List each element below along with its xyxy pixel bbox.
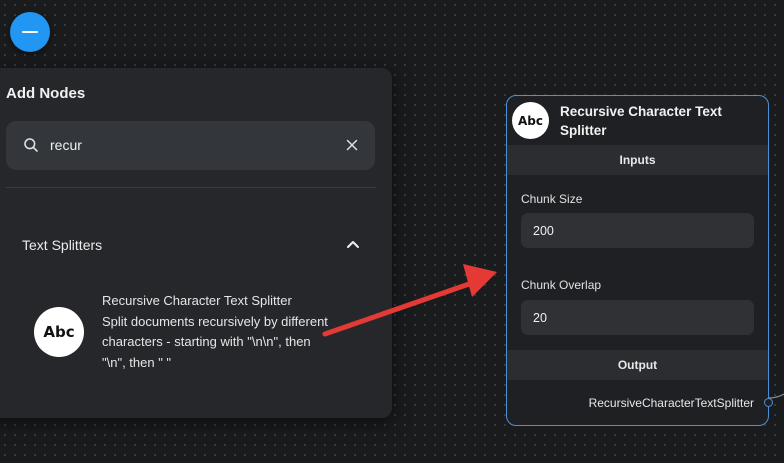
annotation-arrow-head [463, 264, 497, 297]
category-text-splitters[interactable]: Text Splitters [6, 228, 371, 260]
chunk-size-input[interactable] [521, 213, 754, 248]
close-icon[interactable] [345, 138, 359, 152]
recursive-text-splitter-node[interactable]: Abc Recursive Character Text Splitter In… [506, 95, 773, 426]
minus-icon [22, 31, 38, 33]
node-title: Recursive Character Text Splitter [560, 104, 722, 138]
node-list-item[interactable]: Abc Recursive Character Text Splitter Sp… [34, 286, 334, 372]
panel-title: Add Nodes [6, 85, 86, 102]
node-item-text: Recursive Character Text Splitter Split … [102, 291, 332, 373]
divider [6, 187, 376, 188]
abc-icon: Abc [512, 102, 549, 139]
inputs-header: Inputs [507, 145, 768, 175]
search-icon [24, 138, 38, 152]
connection-edge [768, 393, 784, 399]
chunk-size-label: Chunk Size [521, 192, 583, 206]
chunk-overlap-input[interactable] [521, 300, 754, 335]
node-header: Abc Recursive Character Text Splitter [507, 96, 768, 146]
category-label: Text Splitters [22, 237, 103, 253]
chunk-overlap-label: Chunk Overlap [521, 278, 602, 292]
search-field[interactable] [6, 121, 375, 170]
output-name: RecursiveCharacterTextSplitter [588, 396, 754, 410]
collapse-add-nodes-button[interactable] [10, 12, 50, 52]
output-header: Output [507, 350, 768, 380]
node-item-name: Recursive Character Text Splitter [102, 293, 292, 308]
abc-icon: Abc [34, 307, 84, 357]
chevron-up-icon[interactable] [345, 236, 361, 252]
node-item-description: Split documents recursively by different… [102, 313, 328, 370]
search-input[interactable] [50, 137, 320, 153]
add-nodes-panel: Add Nodes Text Splitters Abc Recursive C… [0, 68, 392, 418]
